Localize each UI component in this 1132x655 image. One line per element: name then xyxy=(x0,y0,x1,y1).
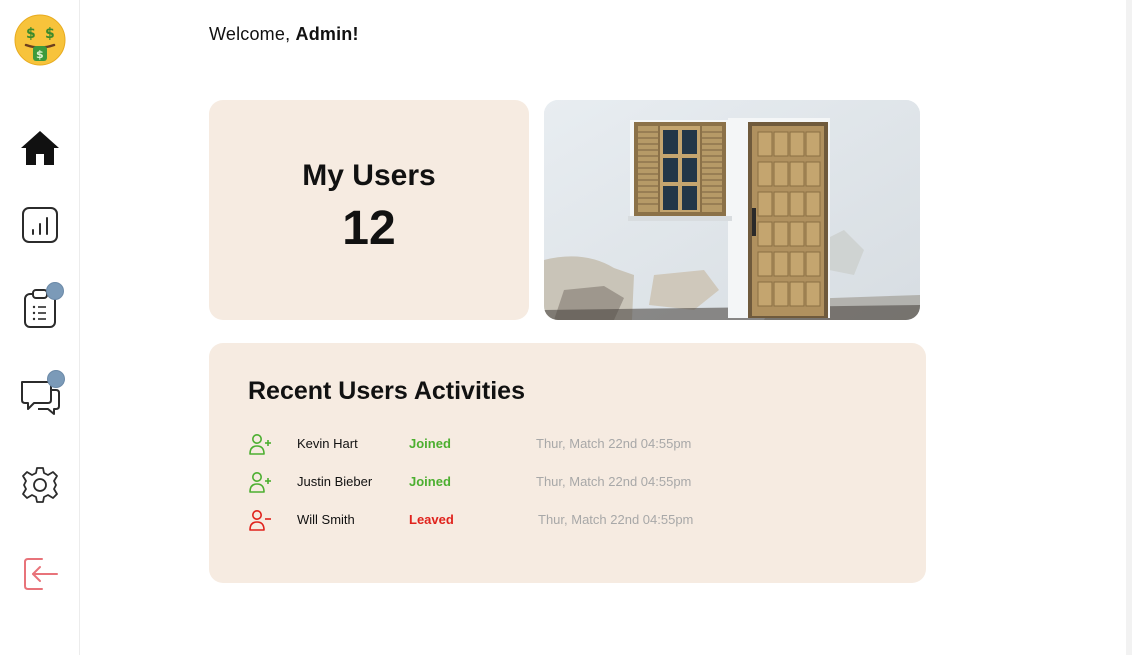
activity-row[interactable]: Justin Bieber Joined Thur, Match 22nd 04… xyxy=(248,470,908,494)
welcome-message: Welcome, Admin! xyxy=(209,24,359,45)
svg-text:$: $ xyxy=(45,26,55,42)
activity-time: Thur, Match 22nd 04:55pm xyxy=(538,512,694,527)
sidebar: $ $ $ xyxy=(0,0,80,655)
my-users-count: 12 xyxy=(342,201,396,255)
logout-icon[interactable] xyxy=(16,550,64,598)
activity-user-name: Will Smith xyxy=(297,512,355,527)
user-name: Admin! xyxy=(295,24,359,44)
bar-chart-icon[interactable] xyxy=(16,201,64,249)
activity-status: Joined xyxy=(409,436,451,451)
svg-text:$: $ xyxy=(36,48,44,61)
home-icon[interactable] xyxy=(16,124,64,172)
activity-status: Leaved xyxy=(409,512,454,527)
door-photo xyxy=(544,100,920,320)
welcome-prefix: Welcome, xyxy=(209,24,296,44)
notification-badge xyxy=(47,370,65,388)
activity-row[interactable]: Kevin Hart Joined Thur, Match 22nd 04:55… xyxy=(248,432,908,456)
my-users-title: My Users xyxy=(302,158,436,192)
notification-badge xyxy=(46,282,64,300)
scrollbar[interactable] xyxy=(1126,0,1132,655)
activity-status: Joined xyxy=(409,474,451,489)
gear-icon[interactable] xyxy=(16,461,64,509)
user-add-icon xyxy=(248,432,272,456)
user-remove-icon xyxy=(248,508,272,532)
activity-row[interactable]: Will Smith Leaved Thur, Match 22nd 04:55… xyxy=(248,508,908,532)
clipboard-icon[interactable] xyxy=(16,282,64,332)
money-mouth-face-icon[interactable]: $ $ $ xyxy=(14,14,66,66)
activity-user-name: Justin Bieber xyxy=(297,474,373,489)
user-add-icon xyxy=(248,470,272,494)
chat-icon[interactable] xyxy=(16,370,65,420)
svg-text:$: $ xyxy=(26,26,36,42)
recent-activity-title: Recent Users Activities xyxy=(248,377,525,405)
activity-time: Thur, Match 22nd 04:55pm xyxy=(536,474,692,489)
recent-activity-card: Recent Users Activities Kevin Hart Joine… xyxy=(209,343,926,583)
activity-time: Thur, Match 22nd 04:55pm xyxy=(536,436,692,451)
activity-user-name: Kevin Hart xyxy=(297,436,358,451)
my-users-card: My Users 12 xyxy=(209,100,529,320)
